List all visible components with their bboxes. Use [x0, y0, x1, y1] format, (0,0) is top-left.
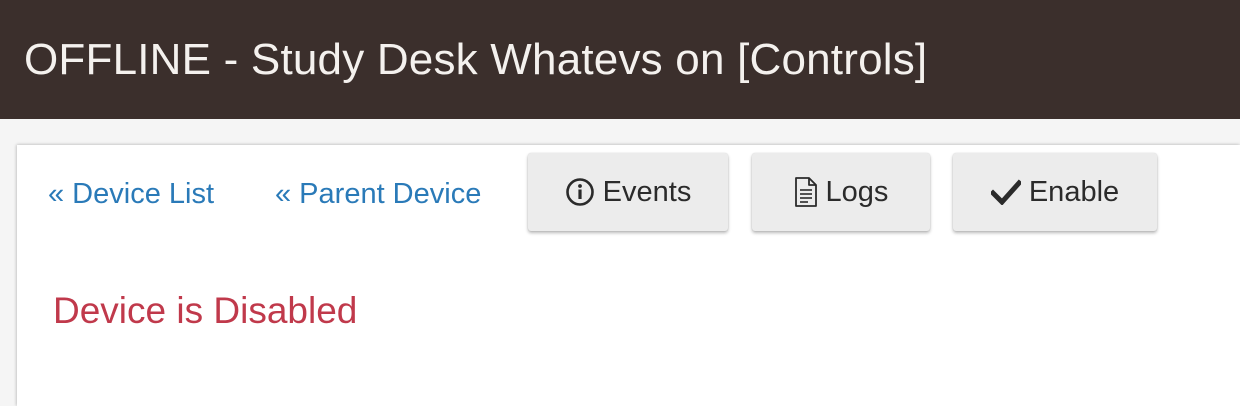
events-button[interactable]: Events — [528, 153, 728, 231]
events-button-label: Events — [602, 175, 692, 208]
parent-device-link[interactable]: « Parent Device — [275, 178, 481, 211]
document-icon — [794, 176, 818, 208]
checkmark-icon — [990, 179, 1021, 205]
enable-button[interactable]: Enable — [953, 153, 1157, 231]
logs-button-label: Logs — [825, 175, 889, 208]
logs-button[interactable]: Logs — [752, 153, 930, 231]
enable-button-label: Enable — [1028, 175, 1120, 208]
device-status-message: Device is Disabled — [53, 290, 358, 331]
device-list-link[interactable]: « Device List — [48, 178, 214, 211]
info-circle-icon — [565, 177, 595, 207]
app-header: OFFLINE - Study Desk Whatevs on [Control… — [0, 0, 1240, 119]
page-title: OFFLINE - Study Desk Whatevs on [Control… — [24, 34, 928, 84]
